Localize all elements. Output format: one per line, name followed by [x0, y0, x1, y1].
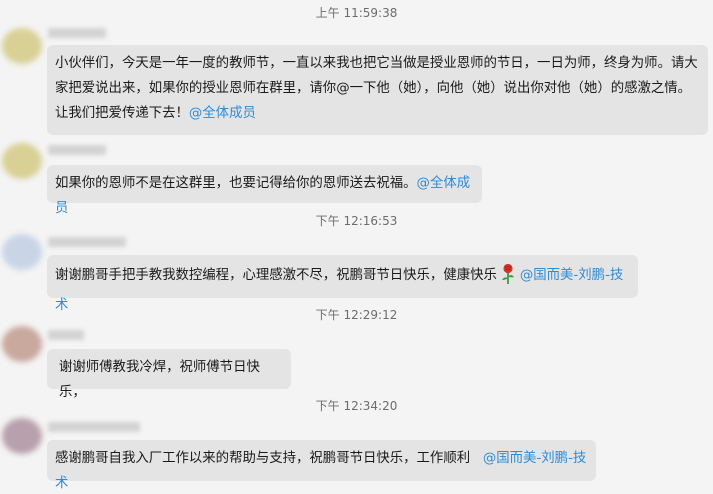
message-text: 如果你的恩师不是在这群里，也要记得给你的恩师送去祝福。 — [55, 176, 417, 191]
avatar[interactable] — [2, 326, 42, 362]
message-text: 小伙伴们，今天是一年一度的教师节，一直以来我也把它当做是授业恩师的节日，一日为师… — [55, 56, 698, 121]
sender-name-blurred — [48, 28, 106, 38]
message-text: 谢谢鹏哥手把手教我数控编程，心理感激不尽，祝鹏哥节日快乐，健康快乐 — [55, 268, 497, 283]
timestamp: 上午 11:59:38 — [315, 6, 398, 20]
chat-history: 上午 11:59:38 小伙伴们，今天是一年一度的教师节，一直以来我也把它当做是… — [0, 0, 713, 494]
timestamp: 下午 12:16:53 — [315, 214, 398, 228]
avatar[interactable] — [2, 28, 42, 64]
message-bubble[interactable]: 感谢鹏哥自我入厂工作以来的帮助与支持，祝鹏哥节日快乐，工作顺利 @国而美-刘鹏-… — [47, 440, 596, 491]
sender-name-blurred — [48, 145, 106, 155]
avatar[interactable] — [2, 418, 42, 454]
sender-name-blurred — [48, 237, 126, 247]
timestamp: 下午 12:34:20 — [315, 399, 398, 413]
sender-name-blurred — [48, 330, 84, 340]
message-text: 谢谢师傅教我冷焊，祝师傅节日快乐， — [59, 360, 260, 400]
sender-name-blurred — [48, 422, 140, 432]
message-text: 感谢鹏哥自我入厂工作以来的帮助与支持，祝鹏哥节日快乐，工作顺利 — [55, 451, 471, 466]
avatar[interactable] — [2, 234, 42, 270]
message-bubble[interactable]: 如果你的恩师不是在这群里，也要记得给你的恩师送去祝福。@全体成员 — [47, 165, 482, 216]
timestamp: 下午 12:29:12 — [315, 308, 398, 322]
message-bubble[interactable]: 谢谢鹏哥手把手教我数控编程，心理感激不尽，祝鹏哥节日快乐，健康快乐 @国而美-刘… — [47, 255, 638, 313]
avatar[interactable] — [2, 143, 42, 179]
message-bubble[interactable]: 谢谢师傅教我冷焊，祝师傅节日快乐， — [47, 349, 291, 400]
message-bubble[interactable]: 小伙伴们，今天是一年一度的教师节，一直以来我也把它当做是授业恩师的节日，一日为师… — [47, 45, 708, 135]
rose-icon — [501, 263, 514, 284]
mention-link[interactable]: @全体成员 — [189, 106, 256, 121]
